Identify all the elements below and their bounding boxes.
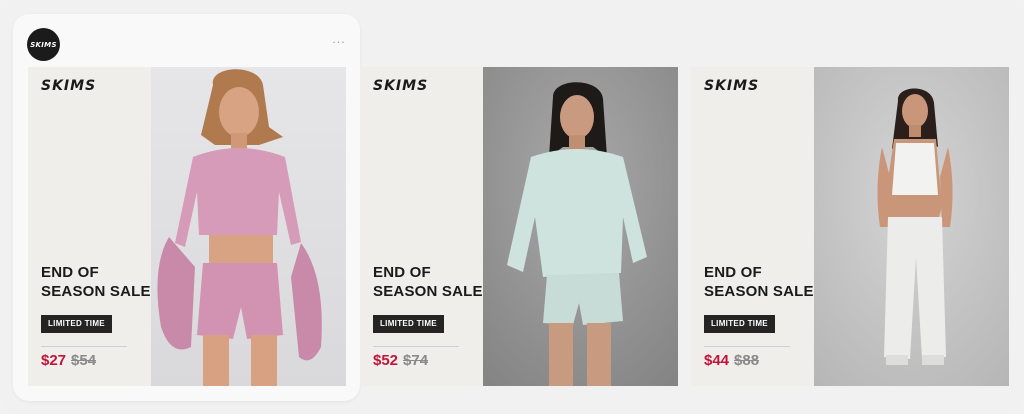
sale-price: $52 — [373, 352, 399, 369]
ad-text-panel — [28, 67, 151, 386]
brand-logo: SKIMS — [704, 78, 760, 94]
original-price: $54 — [71, 352, 97, 369]
headline-line-1: END OF — [704, 264, 762, 281]
sale-price: $44 — [704, 352, 730, 369]
ad-card-1[interactable]: SKIMS END OF SEASON SALE LIMITED TIME $2… — [28, 67, 346, 386]
price-block: $44 $88 — [704, 352, 759, 369]
product-photo-pink-set — [151, 67, 346, 386]
ad-headline: END OF SEASON SALE — [41, 263, 151, 301]
original-price: $88 — [734, 352, 760, 369]
brand-logo: SKIMS — [373, 78, 429, 94]
divider — [373, 346, 459, 347]
limited-time-badge: LIMITED TIME — [373, 315, 444, 333]
account-avatar[interactable]: SKIMS — [27, 28, 60, 61]
headline-line-1: END OF — [373, 264, 431, 281]
avatar-logo-text: SKIMS — [30, 40, 57, 49]
divider — [41, 346, 127, 347]
headline-line-1: END OF — [41, 264, 99, 281]
limited-time-badge: LIMITED TIME — [41, 315, 112, 333]
price-block: $27 $54 — [41, 352, 96, 369]
headline-line-2: SEASON SALE — [704, 283, 814, 300]
brand-logo: SKIMS — [41, 78, 97, 94]
product-photo-white-set — [814, 67, 1009, 386]
ad-card-2[interactable]: SKIMS END OF SEASON SALE LIMITED TIME $5… — [360, 67, 678, 386]
divider — [704, 346, 790, 347]
sale-price: $27 — [41, 352, 67, 369]
ad-card-3[interactable]: SKIMS END OF SEASON SALE LIMITED TIME $4… — [691, 67, 1009, 386]
headline-line-2: SEASON SALE — [41, 283, 151, 300]
product-photo-mint-set — [483, 67, 678, 386]
ad-headline: END OF SEASON SALE — [704, 263, 814, 301]
ad-text-panel — [360, 67, 483, 386]
ad-text-panel — [691, 67, 814, 386]
headline-line-2: SEASON SALE — [373, 283, 483, 300]
ad-headline: END OF SEASON SALE — [373, 263, 483, 301]
original-price: $74 — [403, 352, 429, 369]
price-block: $52 $74 — [373, 352, 428, 369]
limited-time-badge: LIMITED TIME — [704, 315, 775, 333]
more-options-icon[interactable]: ··· — [331, 36, 347, 50]
